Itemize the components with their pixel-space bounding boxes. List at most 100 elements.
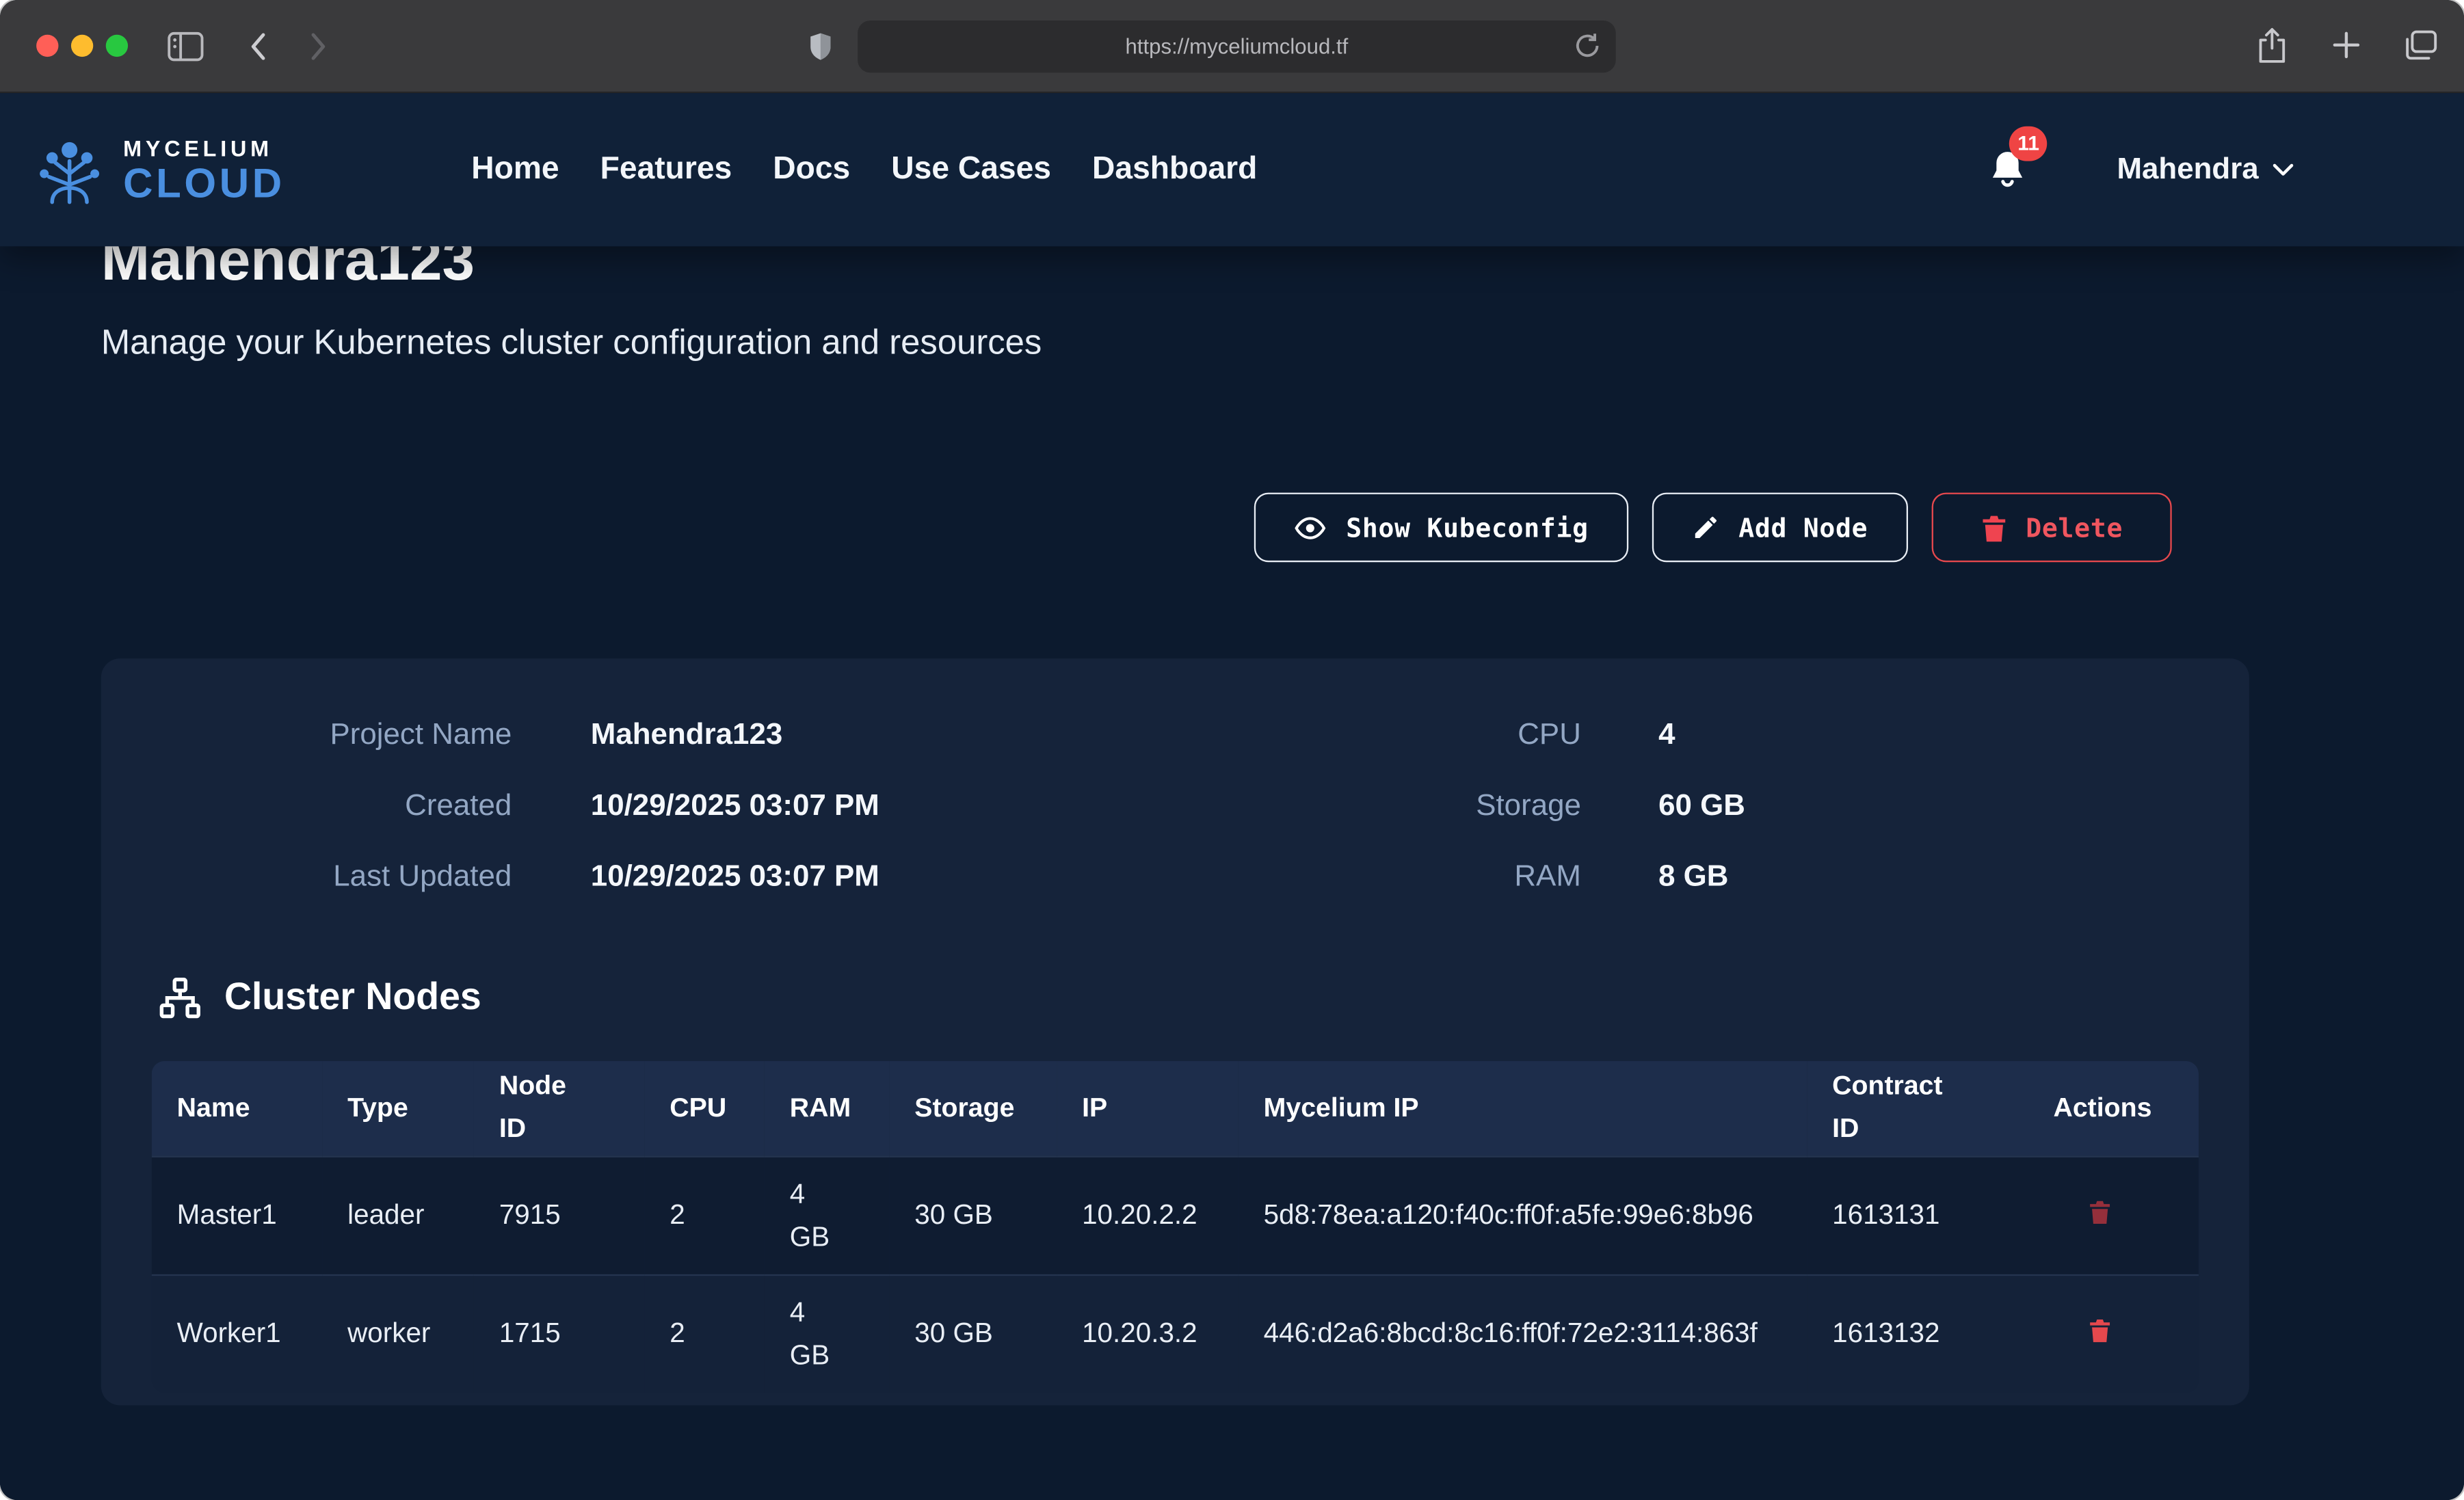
nav-link-home[interactable]: Home	[471, 152, 559, 188]
user-menu[interactable]: Mahendra	[2117, 152, 2293, 187]
brand-line-1: MYCELIUM	[123, 137, 285, 159]
details-right-column: CPU 4 Storage 60 GB RAM 8 GB	[985, 699, 2249, 913]
page-header: Mahendra123 Manage your Kubernetes clust…	[0, 226, 2464, 363]
cell-type: leader	[322, 1156, 474, 1275]
cell-ram: 4 GB	[765, 1274, 889, 1393]
nav-link-use-cases[interactable]: Use Cases	[891, 152, 1051, 188]
cluster-nodes-header: Cluster Nodes	[158, 976, 2249, 1020]
delete-node-button[interactable]	[2088, 1317, 2112, 1343]
nodes-table: Name Type Node ID CPU RAM Storage IP Myc…	[152, 1061, 2199, 1393]
share-icon[interactable]	[2252, 24, 2290, 65]
column-header-node-id: Node ID	[474, 1061, 644, 1156]
detail-label: RAM	[985, 860, 1581, 895]
cell-storage: 30 GB	[889, 1274, 1057, 1393]
privacy-shield-icon[interactable]	[799, 27, 840, 64]
column-header-ip: IP	[1057, 1061, 1238, 1156]
detail-label: Last Updated	[101, 860, 512, 895]
notifications-button[interactable]: 11	[1987, 148, 2028, 192]
mycelium-logo-icon	[31, 135, 107, 204]
delete-cluster-button[interactable]: Delete	[1931, 493, 2172, 563]
cell-ip: 10.20.2.2	[1057, 1156, 1238, 1275]
column-header-name: Name	[152, 1061, 322, 1156]
cell-name: Master1	[152, 1156, 322, 1275]
eye-icon	[1294, 511, 1327, 544]
tab-overview-icon[interactable]	[2401, 24, 2439, 65]
cell-contract-id: 1613132	[1807, 1274, 2028, 1393]
window-controls	[36, 35, 128, 57]
detail-value: 10/29/2025 03:07 PM	[591, 789, 985, 824]
add-node-button[interactable]: Add Node	[1652, 493, 1907, 563]
column-header-type: Type	[322, 1061, 474, 1156]
detail-label: Project Name	[101, 718, 512, 753]
site-navbar: MYCELIUM CLOUD Home Features Docs Use Ca…	[0, 93, 2464, 246]
delete-node-button[interactable]	[2088, 1198, 2112, 1224]
brand-line-2: CLOUD	[123, 162, 285, 203]
address-bar[interactable]: https://myceliumcloud.tf	[858, 21, 1616, 72]
cell-cpu: 2	[644, 1156, 765, 1275]
page-subtitle: Manage your Kubernetes cluster configura…	[101, 322, 2363, 363]
cell-node-id: 1715	[474, 1274, 644, 1393]
detail-value: 4	[1658, 718, 2249, 753]
table-header-row: Name Type Node ID CPU RAM Storage IP Myc…	[152, 1061, 2199, 1156]
detail-value: 8 GB	[1658, 860, 2249, 895]
browser-window: https://myceliumcloud.tf	[0, 0, 2464, 1500]
nav-right: 11 Mahendra	[1987, 148, 2293, 192]
cell-name: Worker1	[152, 1274, 322, 1393]
trash-icon	[1980, 512, 2006, 542]
minimize-window-button[interactable]	[71, 35, 93, 57]
cell-mycelium-ip: 5d8:78ea:a120:f40c:ff0f:a5fe:99e6:8b96	[1238, 1156, 1807, 1275]
column-header-actions: Actions	[2028, 1061, 2199, 1156]
new-tab-icon[interactable]	[2327, 24, 2364, 65]
pencil-icon	[1691, 513, 1720, 542]
detail-value: Mahendra123	[591, 718, 985, 753]
user-name: Mahendra	[2117, 152, 2258, 187]
details-left-column: Project Name Mahendra123 Created 10/29/2…	[101, 699, 985, 913]
nav-link-docs[interactable]: Docs	[773, 152, 850, 188]
notification-badge: 11	[2009, 126, 2047, 161]
brand-text: MYCELIUM CLOUD	[123, 137, 285, 203]
show-kubeconfig-button[interactable]: Show Kubeconfig	[1254, 493, 1628, 563]
page-body: Mahendra123 Manage your Kubernetes clust…	[0, 93, 2464, 1500]
reload-icon[interactable]	[1573, 31, 1602, 60]
back-icon[interactable]	[237, 27, 278, 64]
nav-link-features[interactable]: Features	[600, 152, 732, 188]
detail-row: Storage 60 GB	[985, 771, 2249, 842]
table-row: Master1 leader 7915 2 4 GB 30 GB 10.20.2…	[152, 1156, 2199, 1275]
cell-type: worker	[322, 1274, 474, 1393]
detail-row: Last Updated 10/29/2025 03:07 PM	[101, 842, 985, 913]
detail-value: 10/29/2025 03:07 PM	[591, 860, 985, 895]
column-header-contract-id: Contract ID	[1807, 1061, 2028, 1156]
url-text: https://myceliumcloud.tf	[1126, 35, 1349, 59]
cluster-actions: Show Kubeconfig Add Node Delete	[0, 493, 2464, 563]
cell-storage: 30 GB	[889, 1156, 1057, 1275]
detail-value: 60 GB	[1658, 789, 2249, 824]
detail-label: Created	[101, 789, 512, 824]
nav-link-dashboard[interactable]: Dashboard	[1092, 152, 1257, 188]
detail-row: RAM 8 GB	[985, 842, 2249, 913]
cluster-details-card: Project Name Mahendra123 Created 10/29/2…	[101, 658, 2249, 1405]
sidebar-toggle-icon[interactable]	[164, 27, 205, 64]
cell-ram: 4 GB	[765, 1156, 889, 1275]
cell-actions	[2028, 1274, 2199, 1393]
brand-logo[interactable]: MYCELIUM CLOUD	[31, 135, 285, 204]
toolbar-right-actions	[2252, 24, 2439, 65]
browser-toolbar: https://myceliumcloud.tf	[0, 0, 2464, 93]
cluster-details: Project Name Mahendra123 Created 10/29/2…	[101, 658, 2249, 913]
chevron-down-icon	[2273, 163, 2294, 177]
table-row: Worker1 worker 1715 2 4 GB 30 GB 10.20.3…	[152, 1274, 2199, 1393]
cell-mycelium-ip: 446:d2a6:8bcd:8c16:ff0f:72e2:3114:863f	[1238, 1274, 1807, 1393]
cell-cpu: 2	[644, 1274, 765, 1393]
detail-label: Storage	[985, 789, 1581, 824]
detail-label: CPU	[985, 718, 1581, 753]
forward-icon[interactable]	[297, 27, 338, 64]
cell-actions	[2028, 1156, 2199, 1275]
cell-contract-id: 1613131	[1807, 1156, 2028, 1275]
cell-ip: 10.20.3.2	[1057, 1274, 1238, 1393]
detail-row: Created 10/29/2025 03:07 PM	[101, 771, 985, 842]
sitemap-icon	[158, 976, 202, 1020]
close-window-button[interactable]	[36, 35, 58, 57]
detail-row: CPU 4	[985, 699, 2249, 771]
column-header-storage: Storage	[889, 1061, 1057, 1156]
nav-links: Home Features Docs Use Cases Dashboard	[471, 152, 1257, 188]
zoom-window-button[interactable]	[106, 35, 128, 57]
